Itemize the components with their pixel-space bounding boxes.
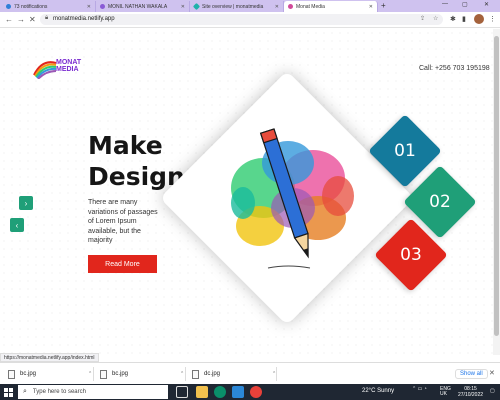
search-icon: ⌕ — [23, 388, 27, 395]
logo-line-2: MEDIA — [56, 66, 79, 73]
task-view-icon[interactable] — [176, 386, 188, 398]
tab-label: 73 notifications — [14, 3, 48, 10]
weather-widget[interactable]: 22°C Sunny — [362, 388, 394, 394]
url-text: monatmedia.netlify.app — [53, 16, 115, 22]
language-line-2: UK — [440, 391, 447, 397]
share-icon[interactable]: ⇪ — [420, 15, 425, 22]
close-window-icon[interactable]: ✕ — [484, 1, 489, 8]
close-tab-icon[interactable]: ✕ — [87, 4, 91, 10]
divider — [276, 367, 277, 381]
close-tab-icon[interactable]: ✕ — [275, 4, 279, 10]
chevron-up-icon[interactable]: ⌃ — [180, 371, 184, 377]
browser-tab-strip: 73 notifications ✕ MONIL NATHAN WAKALA ✕… — [0, 0, 500, 12]
menu-icon[interactable]: ⋮ — [489, 15, 496, 23]
weather-text: Sunny — [377, 388, 395, 394]
tab-site-overview[interactable]: Site overview | monatmedia ✕ — [190, 1, 284, 12]
notification-icon[interactable]: ▢ — [490, 389, 495, 394]
read-more-button[interactable]: Read More — [88, 255, 157, 273]
hero-description: There are many variations of passages of… — [88, 199, 158, 244]
tab-notifications[interactable]: 73 notifications ✕ — [2, 1, 96, 12]
browser-toolbar: ← → ✕ 🔒︎ monatmedia.netlify.app ⇪ ☆ ✱ ▮ … — [0, 12, 500, 28]
show-all-button[interactable]: Show all — [455, 369, 488, 379]
back-icon[interactable]: ← — [5, 15, 13, 24]
forward-icon[interactable]: → — [17, 15, 25, 24]
netlify-favicon-icon — [192, 2, 201, 11]
bookmark-star-icon[interactable]: ☆ — [433, 15, 438, 22]
number-01-label: 01 — [394, 141, 416, 161]
slider-next-button[interactable]: › — [19, 196, 33, 210]
search-placeholder: Type here to search — [32, 389, 86, 395]
windows-taskbar: ⌕ Type here to search 22°C Sunny ⌃ ▭ ◔ E… — [0, 384, 500, 400]
download-item[interactable]: dc.jpg ⌃ — [192, 367, 278, 381]
chevron-right-icon: › — [24, 198, 28, 208]
number-02-label: 02 — [429, 192, 451, 212]
minimize-icon[interactable]: — — [442, 1, 448, 7]
close-tab-icon[interactable]: ✕ — [181, 4, 185, 10]
extensions-icon[interactable]: ✱ — [450, 15, 456, 23]
pencil-splash-artwork — [231, 128, 354, 269]
close-downloads-icon[interactable]: ✕ — [489, 369, 495, 377]
file-explorer-icon[interactable] — [196, 386, 208, 398]
logo-text: MONAT MEDIA — [56, 59, 81, 73]
slider-prev-button[interactable]: ‹ — [10, 218, 24, 232]
desktop-screen: 73 notifications ✕ MONIL NATHAN WAKALA ✕… — [0, 0, 500, 400]
download-filename: bc.jpg — [20, 371, 37, 377]
notification-favicon-icon — [6, 4, 11, 9]
system-tray-icons[interactable]: ⌃ ▭ ◔ — [412, 387, 427, 392]
windows-start-icon[interactable] — [4, 388, 13, 397]
address-bar[interactable]: 🔒︎ monatmedia.netlify.app ⇪ ☆ — [40, 14, 443, 25]
taskbar-clock[interactable]: 08:15 27/10/2022 — [458, 386, 483, 398]
tab-profile[interactable]: MONIL NATHAN WAKALA ✕ — [96, 1, 190, 12]
file-icon — [192, 369, 199, 379]
scrollbar-thumb[interactable] — [494, 36, 499, 336]
headline-line-1: Make — [88, 131, 163, 160]
tab-label: Monat Media — [296, 3, 325, 10]
download-item[interactable]: bc.jpg ⌃ — [100, 367, 186, 381]
file-icon — [8, 369, 15, 379]
site-favicon-icon — [288, 4, 293, 9]
taskbar-search[interactable]: ⌕ Type here to search — [18, 385, 168, 399]
chevron-left-icon: ‹ — [15, 220, 19, 230]
status-url: https://monatmedia.netlify.app/index.htm… — [0, 353, 99, 362]
chrome-icon[interactable] — [250, 386, 262, 398]
download-filename: bc.jpg — [112, 371, 129, 377]
profile-avatar[interactable] — [474, 14, 484, 24]
close-tab-icon[interactable]: ✕ — [369, 4, 373, 10]
file-icon — [100, 369, 107, 379]
divider — [93, 367, 94, 381]
divider — [185, 367, 186, 381]
call-number[interactable]: Call: +256 703 195198 — [419, 65, 490, 72]
tab-label: MONIL NATHAN WAKALA — [108, 3, 168, 10]
number-03-label: 03 — [400, 245, 422, 265]
edge-browser-icon[interactable] — [214, 386, 226, 398]
logo-line-1: MONAT — [56, 59, 82, 66]
clock-date: 27/10/2022 — [458, 392, 484, 398]
lock-icon[interactable]: 🔒︎ — [45, 15, 48, 22]
tab-monat-media[interactable]: Monat Media ✕ — [284, 1, 378, 12]
sidebar-icon[interactable]: ▮ — [462, 15, 466, 23]
vscode-icon[interactable] — [232, 386, 244, 398]
stop-loading-icon[interactable]: ✕ — [29, 15, 36, 24]
profile-favicon-icon — [100, 4, 105, 9]
chevron-up-icon[interactable]: ⌃ — [88, 371, 92, 377]
downloads-bar: bc.jpg ⌃ bc.jpg ⌃ dc.jpg ⌃ Show all ✕ — [0, 362, 500, 384]
language-indicator[interactable]: ENG UK — [440, 387, 451, 397]
weather-temp: 22°C — [362, 388, 376, 394]
hero-headline: Make Design — [88, 130, 185, 192]
download-item[interactable]: bc.jpg ⌃ — [8, 367, 94, 381]
maximize-icon[interactable]: ▢ — [462, 1, 468, 8]
tab-label: Site overview | monatmedia — [202, 3, 264, 10]
download-filename: dc.jpg — [204, 371, 221, 377]
new-tab-icon[interactable]: + — [381, 1, 386, 10]
